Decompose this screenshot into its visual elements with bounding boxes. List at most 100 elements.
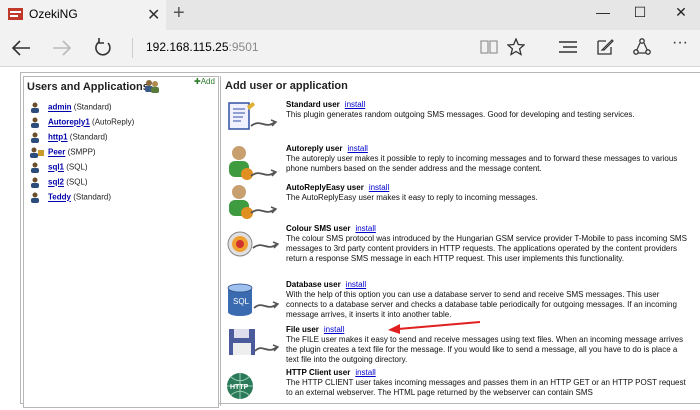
plugin-name: Database user install — [286, 280, 366, 289]
more-options-icon[interactable]: ··· — [672, 34, 688, 52]
user-type: (Standard) — [73, 102, 112, 112]
tab-title: OzekiNG — [29, 7, 78, 21]
user-name-link[interactable]: Peer — [48, 148, 65, 157]
plugin-description: The HTTP CLIENT user takes incoming mess… — [286, 378, 686, 397]
user-name-link[interactable]: sql1 — [48, 163, 64, 172]
plugin-name: Colour SMS user install — [286, 224, 376, 233]
svg-text:HTTP: HTTP — [230, 384, 249, 391]
user-name-link[interactable]: sql2 — [48, 178, 64, 187]
plugin-name: AutoReplyEasy user install — [286, 183, 389, 192]
plugin-name: File user install — [286, 325, 344, 334]
standard-user-icon — [228, 102, 278, 130]
browser-tab[interactable]: OzekiNG ✕ — [0, 0, 166, 30]
management-frame: Users and Applications ✚Add admin (Stand… — [20, 72, 700, 408]
page-content: Users and Applications ✚Add admin (Stand… — [0, 67, 700, 408]
plugin-name-text: Colour SMS user — [286, 224, 351, 233]
add-user-panel-title: Add user or application — [225, 80, 348, 92]
address-port: :9501 — [228, 40, 259, 54]
install-link[interactable]: install — [347, 144, 367, 153]
favorite-star-icon[interactable] — [507, 38, 525, 56]
install-link[interactable]: install — [355, 224, 375, 233]
user-name-link[interactable]: admin — [48, 103, 72, 112]
plugin-description: With the help of this option you can use… — [286, 290, 677, 319]
user-icon — [31, 102, 39, 113]
user-icon — [31, 132, 39, 143]
new-tab-button[interactable]: + — [173, 2, 185, 25]
plugin-description: The FILE user makes it easy to send and … — [286, 335, 684, 364]
floppy-disk-icon — [229, 329, 279, 355]
plugin-name-text: Autoreply user — [286, 144, 343, 153]
add-user-link[interactable]: ✚Add — [194, 77, 215, 86]
tab-close-button[interactable]: ✕ — [147, 5, 160, 25]
forward-arrow-icon[interactable] — [52, 39, 72, 57]
users-panel-title: Users and Applications — [27, 81, 149, 93]
maximize-button[interactable]: ☐ — [625, 4, 655, 21]
user-type: (AutoReply) — [92, 117, 135, 127]
user-icon — [31, 162, 39, 173]
web-note-icon[interactable] — [596, 38, 614, 56]
user-item[interactable]: Autoreply1 (AutoReply) — [30, 117, 134, 131]
address-host: 192.168.115.25 — [146, 40, 229, 54]
plugin-name-text: File user — [286, 325, 319, 334]
plugin-entry-autoreply: Autoreply user install The autoreply user… — [221, 144, 699, 188]
install-link[interactable]: install — [346, 280, 366, 289]
user-item[interactable]: http1 (Standard) — [30, 132, 108, 146]
refresh-icon[interactable] — [93, 38, 113, 58]
user-item[interactable]: Peer (SMPP) — [30, 147, 96, 161]
add-label: Add — [200, 77, 215, 86]
user-name-link[interactable]: Autoreply1 — [48, 118, 90, 127]
user-icon — [31, 192, 39, 203]
user-type: (SMPP) — [67, 147, 96, 157]
user-item[interactable]: Teddy (Standard) — [30, 192, 111, 206]
user-type: (SQL) — [66, 177, 88, 187]
plugin-description: The autoreply user makes it possible to … — [286, 154, 678, 173]
users-group-icon — [145, 80, 159, 93]
plugin-name: Standard user install — [286, 100, 365, 109]
title-bar: OzekiNG ✕ + — ☐ ✕ — [0, 0, 700, 30]
close-window-button[interactable]: ✕ — [666, 4, 696, 21]
user-name-link[interactable]: Teddy — [48, 193, 71, 202]
share-icon[interactable] — [633, 38, 651, 56]
plugin-description: This plugin generates random outgoing SM… — [286, 110, 635, 119]
peer-user-icon — [30, 147, 44, 158]
http-globe-icon: HTTP — [227, 373, 253, 399]
user-type: (Standard) — [73, 192, 111, 202]
ozeki-favicon-icon — [8, 8, 23, 20]
address-bar[interactable]: 192.168.115.25:9501 — [146, 40, 259, 54]
add-plus-icon: ✚ — [194, 77, 201, 86]
plugin-entry-http-client: HTTP HTTP Client user install The HTTP CL… — [221, 368, 699, 408]
autoreply-user-icon — [229, 146, 278, 180]
install-link[interactable]: install — [355, 368, 375, 377]
hub-icon[interactable] — [559, 40, 577, 54]
install-link[interactable]: install — [324, 325, 344, 334]
user-item[interactable]: sql2 (SQL) — [30, 177, 88, 191]
users-panel: Users and Applications ✚Add admin (Stand… — [23, 76, 219, 408]
user-type: (Standard) — [69, 132, 108, 142]
add-user-panel: Add user or application Standard user ins… — [220, 76, 699, 406]
address-separator — [132, 38, 133, 58]
plugin-description: The AutoReplyEasy user makes it easy to … — [286, 193, 538, 202]
user-item[interactable]: admin (Standard) — [30, 102, 112, 116]
install-link[interactable]: install — [345, 100, 365, 109]
plugin-description: The colour SMS protocol was introduced b… — [286, 234, 687, 263]
plugin-entry-autoreplyeasy: AutoReplyEasy user install The AutoReplyE… — [221, 183, 699, 227]
plugin-entry-colour-sms: Colour SMS user install The colour SMS pr… — [221, 224, 699, 278]
user-icon — [31, 117, 39, 128]
svg-text:SQL: SQL — [233, 297, 250, 306]
install-link[interactable]: install — [369, 183, 389, 192]
back-arrow-icon[interactable] — [11, 39, 31, 57]
reading-view-icon[interactable] — [480, 39, 498, 55]
user-icon — [31, 177, 39, 188]
plugin-name-text: Database user — [286, 280, 341, 289]
minimize-button[interactable]: — — [588, 4, 618, 20]
plugin-name: Autoreply user install — [286, 144, 368, 153]
colour-sms-target-icon — [227, 231, 279, 257]
plugin-name-text: AutoReplyEasy user — [286, 183, 364, 192]
plugin-name: HTTP Client user install — [286, 368, 376, 377]
autoreplyeasy-user-icon — [229, 185, 278, 219]
plugin-entry-standard: Standard user install This plugin generat… — [221, 100, 699, 144]
user-item[interactable]: sql1 (SQL) — [30, 162, 88, 176]
plugin-name-text: Standard user — [286, 100, 340, 109]
annotation-arrow-icon — [388, 321, 481, 334]
user-name-link[interactable]: http1 — [48, 133, 68, 142]
